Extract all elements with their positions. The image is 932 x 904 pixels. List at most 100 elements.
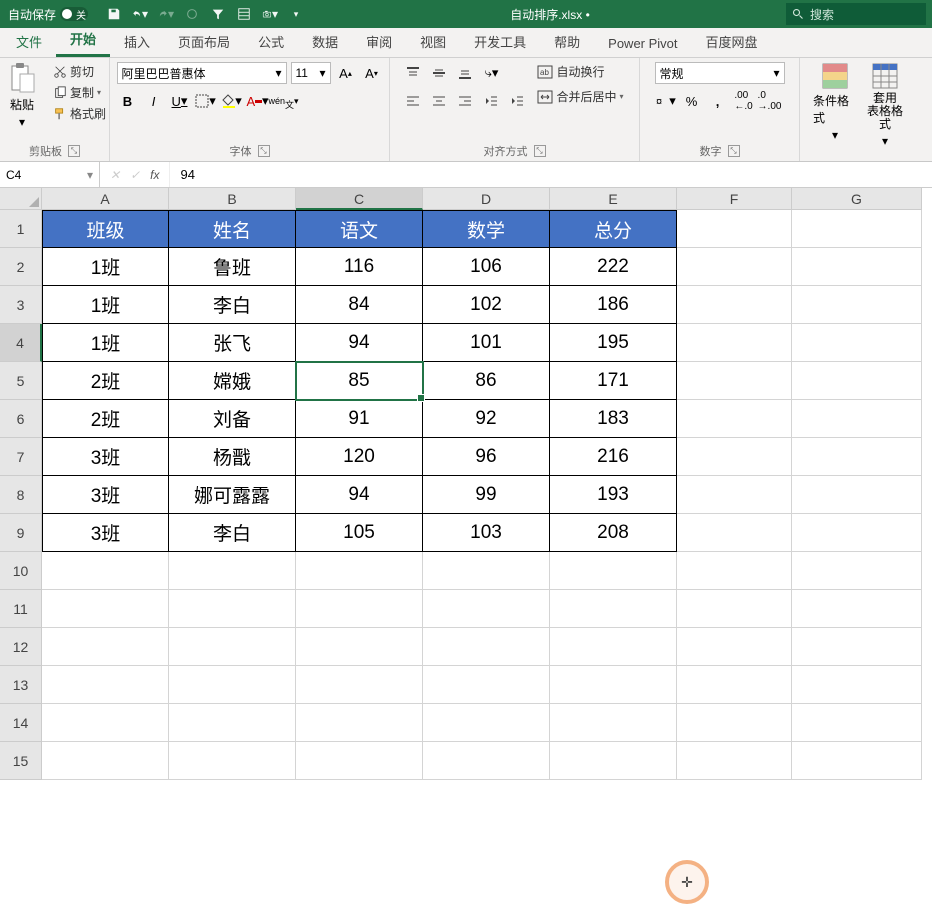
column-header[interactable]: D	[423, 188, 550, 210]
cell[interactable]	[423, 552, 550, 590]
tab-文件[interactable]: 文件	[2, 26, 56, 57]
row-header[interactable]: 9	[0, 514, 42, 552]
autosave-switch[interactable]: 关	[60, 7, 88, 21]
border-button[interactable]: ▾	[195, 90, 217, 112]
percent-icon[interactable]: %	[681, 90, 703, 112]
cell[interactable]: 语文	[296, 210, 423, 248]
cell[interactable]: 186	[550, 286, 677, 324]
row-header[interactable]: 7	[0, 438, 42, 476]
tab-插入[interactable]: 插入	[110, 26, 164, 57]
cell[interactable]: 94	[296, 324, 423, 362]
cell[interactable]	[550, 552, 677, 590]
redo-icon[interactable]: ▾	[158, 6, 174, 22]
align-bottom-icon[interactable]	[454, 62, 476, 84]
font-name-select[interactable]: 阿里巴巴普惠体▾	[117, 62, 287, 84]
row-header[interactable]: 5	[0, 362, 42, 400]
cell[interactable]: 216	[550, 438, 677, 476]
wrap-text-button[interactable]: ab自动换行	[534, 62, 626, 81]
row-header[interactable]: 3	[0, 286, 42, 324]
cell[interactable]	[296, 590, 423, 628]
cell[interactable]	[792, 704, 922, 742]
row-header[interactable]: 11	[0, 590, 42, 628]
cell[interactable]: 96	[423, 438, 550, 476]
cell[interactable]	[296, 666, 423, 704]
cell[interactable]: 85	[296, 362, 423, 400]
cell[interactable]: 120	[296, 438, 423, 476]
cell[interactable]	[677, 704, 792, 742]
touch-mode-icon[interactable]	[184, 6, 200, 22]
cell[interactable]	[677, 552, 792, 590]
font-size-select[interactable]: 11▾	[291, 62, 331, 84]
cell[interactable]	[42, 742, 169, 780]
decrease-font-icon[interactable]: A▾	[361, 62, 383, 84]
number-format-select[interactable]: 常规▾	[655, 62, 785, 84]
cell[interactable]: 102	[423, 286, 550, 324]
cell[interactable]: 84	[296, 286, 423, 324]
cell[interactable]	[792, 324, 922, 362]
orientation-icon[interactable]: ⤷▾	[480, 62, 502, 84]
formula-input[interactable]: 94	[170, 162, 932, 187]
cell[interactable]: 94	[296, 476, 423, 514]
alignment-launcher-icon[interactable]: ⤡	[534, 145, 546, 157]
camera-icon[interactable]: ▾	[262, 6, 278, 22]
increase-decimal-icon[interactable]: .00←.0	[733, 90, 755, 112]
increase-indent-icon[interactable]	[506, 90, 528, 112]
tab-页面布局[interactable]: 页面布局	[164, 26, 244, 57]
qat-more-icon[interactable]: ▾	[288, 6, 304, 22]
cell[interactable]	[550, 704, 677, 742]
cell[interactable]: 222	[550, 248, 677, 286]
form-icon[interactable]	[236, 6, 252, 22]
cell[interactable]	[42, 628, 169, 666]
decrease-decimal-icon[interactable]: .0→.00	[759, 90, 781, 112]
underline-button[interactable]: U▾	[169, 90, 191, 112]
bold-button[interactable]: B	[117, 90, 139, 112]
cell[interactable]: 103	[423, 514, 550, 552]
cell[interactable]	[169, 704, 296, 742]
cell[interactable]	[296, 628, 423, 666]
name-box[interactable]: C4▾	[0, 162, 100, 187]
column-header[interactable]: A	[42, 188, 169, 210]
cell[interactable]	[677, 210, 792, 248]
row-header[interactable]: 15	[0, 742, 42, 780]
cell[interactable]	[677, 286, 792, 324]
row-header[interactable]: 14	[0, 704, 42, 742]
column-header[interactable]: B	[169, 188, 296, 210]
copy-button[interactable]: 复制▾	[50, 83, 109, 102]
cell[interactable]: 91	[296, 400, 423, 438]
tab-Power Pivot[interactable]: Power Pivot	[594, 30, 691, 57]
decrease-indent-icon[interactable]	[480, 90, 502, 112]
cell[interactable]	[423, 742, 550, 780]
cell[interactable]	[792, 438, 922, 476]
row-header[interactable]: 10	[0, 552, 42, 590]
cell[interactable]: 李白	[169, 286, 296, 324]
cell[interactable]: 嫦娥	[169, 362, 296, 400]
cell[interactable]	[296, 552, 423, 590]
conditional-format-button[interactable]: 条件格式▾	[813, 62, 857, 142]
cell[interactable]: 鲁班	[169, 248, 296, 286]
tab-开发工具[interactable]: 开发工具	[460, 26, 540, 57]
paste-button[interactable]: 粘贴 ▾	[0, 62, 44, 129]
fill-color-button[interactable]: ▾	[221, 90, 243, 112]
cell[interactable]	[792, 400, 922, 438]
tab-百度网盘[interactable]: 百度网盘	[692, 26, 772, 57]
phonetic-button[interactable]: wén文▾	[273, 90, 295, 112]
cell[interactable]: 2班	[42, 362, 169, 400]
cell[interactable]: 3班	[42, 476, 169, 514]
cell[interactable]	[550, 666, 677, 704]
tab-数据[interactable]: 数据	[298, 26, 352, 57]
row-header[interactable]: 13	[0, 666, 42, 704]
cell[interactable]: 195	[550, 324, 677, 362]
cell[interactable]: 2班	[42, 400, 169, 438]
clipboard-launcher-icon[interactable]: ⤡	[68, 145, 80, 157]
cell[interactable]	[550, 628, 677, 666]
cell[interactable]	[423, 666, 550, 704]
cell[interactable]	[792, 628, 922, 666]
cell[interactable]	[792, 514, 922, 552]
cell[interactable]	[792, 476, 922, 514]
comma-icon[interactable]: ,	[707, 90, 729, 112]
cell[interactable]: 刘备	[169, 400, 296, 438]
number-launcher-icon[interactable]: ⤡	[728, 145, 740, 157]
cell[interactable]: 数学	[423, 210, 550, 248]
cell[interactable]: 班级	[42, 210, 169, 248]
cell[interactable]	[792, 742, 922, 780]
